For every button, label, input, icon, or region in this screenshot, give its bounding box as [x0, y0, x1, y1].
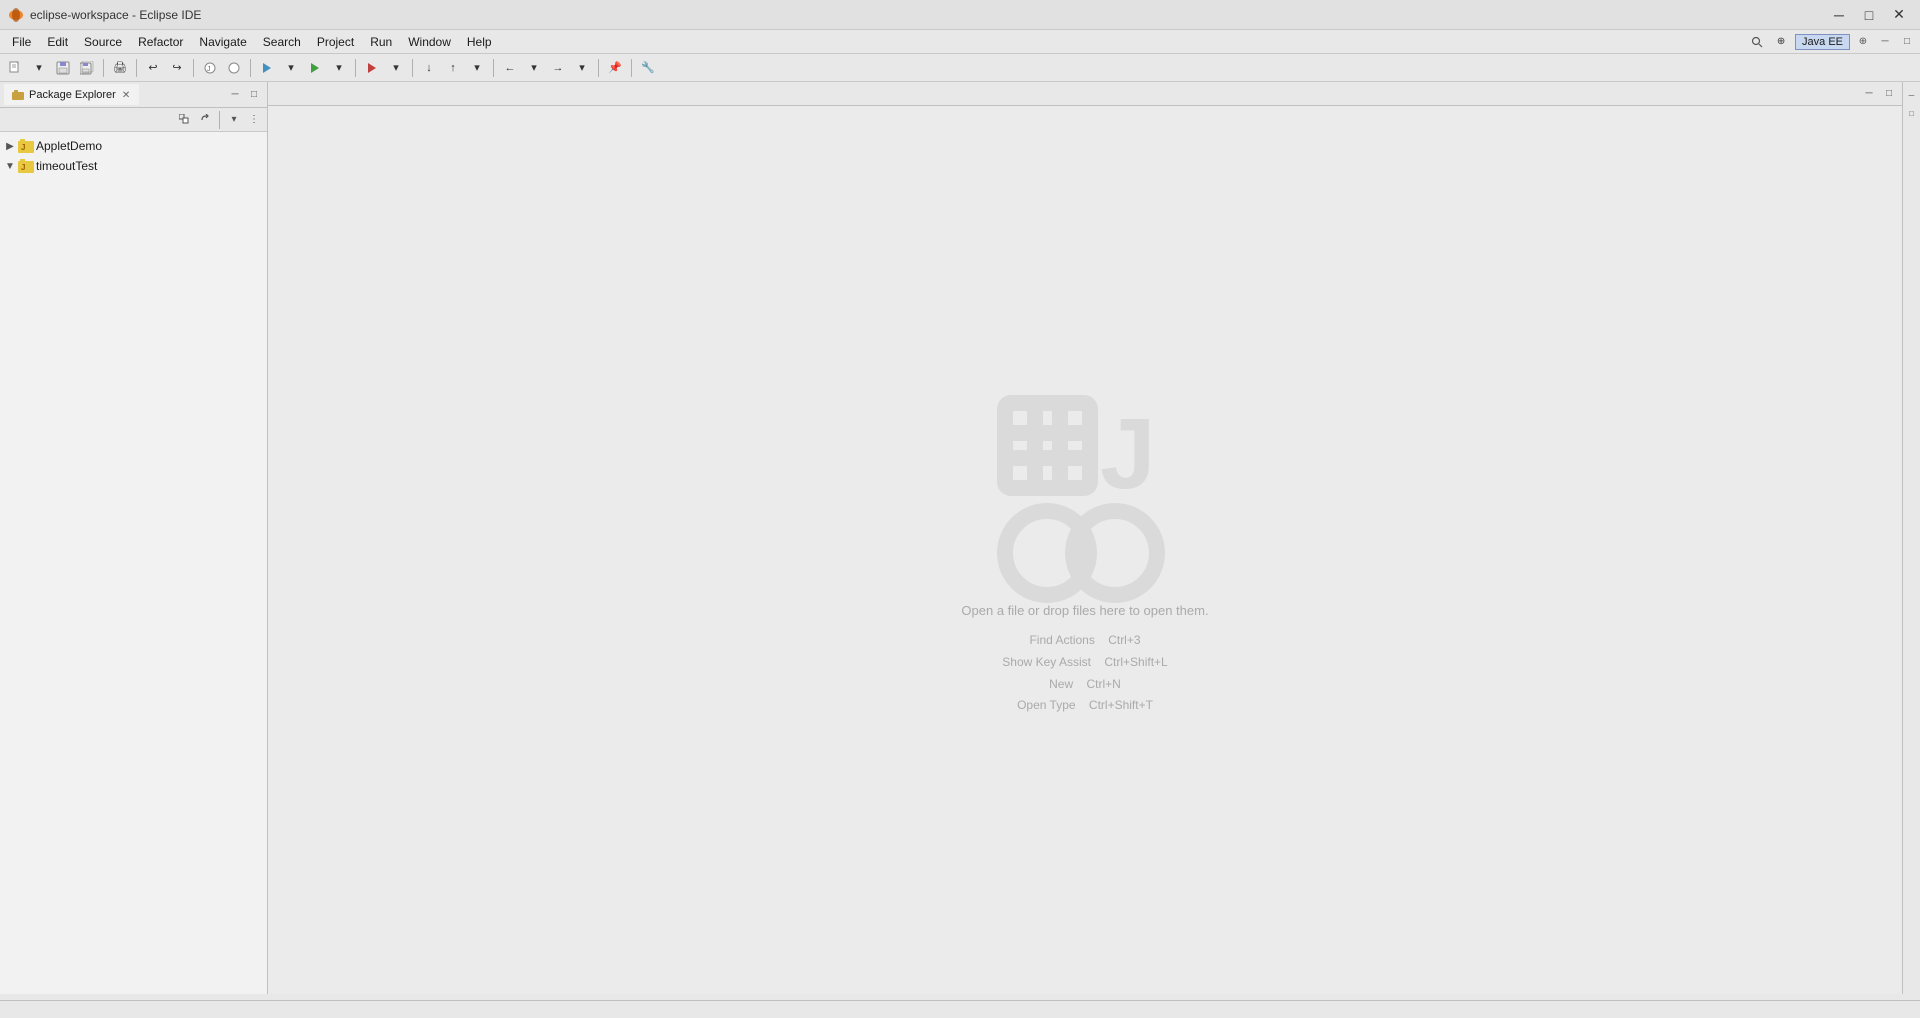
print-btn[interactable]: 🖨 [109, 57, 131, 79]
back-btn[interactable]: ← [499, 57, 521, 79]
annotation-dropdown[interactable]: ▾ [466, 57, 488, 79]
menu-bar: File Edit Source Refactor Navigate Searc… [0, 30, 1920, 54]
minimize-button[interactable]: ─ [1826, 5, 1852, 25]
save-btn[interactable] [52, 57, 74, 79]
menu-edit[interactable]: Edit [39, 31, 76, 53]
package-explorer-tab-bar: Package Explorer ✕ ─ □ [0, 82, 267, 108]
back-dropdown[interactable]: ▾ [523, 57, 545, 79]
coverage-btn[interactable] [361, 57, 383, 79]
window-title: eclipse-workspace - Eclipse IDE [30, 8, 1826, 22]
expand-arrow: ▶ [4, 140, 16, 152]
expand-arrow: ▼ [4, 160, 16, 172]
menu-refactor[interactable]: Refactor [130, 31, 191, 53]
tree-item-applet-demo[interactable]: ▶ J AppletDemo [0, 136, 267, 156]
minimize-sidebar-btn[interactable]: ─ [226, 86, 244, 104]
svg-text:J: J [21, 163, 25, 172]
java-ee-perspective[interactable]: Java EE [1795, 34, 1850, 50]
run-btn[interactable] [304, 57, 326, 79]
shortcut-list: Find Actions Ctrl+3 Show Key Assist Ctrl… [1002, 630, 1167, 716]
coverage-dropdown[interactable]: ▾ [385, 57, 407, 79]
shortcut-new: New Ctrl+N [1002, 674, 1167, 696]
debug-btn[interactable] [256, 57, 278, 79]
open-resource-btn[interactable] [223, 57, 245, 79]
collapse-all-btn[interactable] [176, 111, 194, 129]
debug-dropdown[interactable]: ▾ [280, 57, 302, 79]
shortcut-open-type: Open Type Ctrl+Shift+T [1002, 695, 1167, 717]
editor-content[interactable]: J Open a file or drop files here to open… [268, 106, 1902, 994]
main-toolbar: ▾ 🖨 ↩ ↪ J ▾ ▾ ▾ ↓ ↑ ▾ ← ▾ → ▾ 📌 🔧 [0, 54, 1920, 82]
app-icon [8, 7, 24, 23]
toolbar-icon1[interactable]: ⊕ [1771, 31, 1791, 53]
menu-help[interactable]: Help [459, 31, 500, 53]
drop-hint: Open a file or drop files here to open t… [961, 603, 1208, 618]
menu-run[interactable]: Run [362, 31, 400, 53]
svg-text:J: J [1100, 398, 1156, 510]
sidebar: Package Explorer ✕ ─ □ ▾ ⋮ ▶ [0, 82, 268, 994]
minimize-panel-btn[interactable]: ─ [1876, 33, 1894, 51]
package-icon [11, 88, 25, 102]
new-btn[interactable] [4, 57, 26, 79]
right-strip-btn2[interactable]: □ [1903, 104, 1920, 122]
view-more-btn[interactable]: ⋮ [245, 111, 263, 129]
save-all-btn[interactable] [76, 57, 98, 79]
menu-project[interactable]: Project [309, 31, 362, 53]
run-dropdown[interactable]: ▾ [328, 57, 350, 79]
right-strip-btn1[interactable]: ─ [1903, 86, 1920, 104]
maximize-panel-btn[interactable]: □ [1898, 33, 1916, 51]
editor-tab-bar: ─ □ [268, 82, 1902, 106]
shortcut-find-actions: Find Actions Ctrl+3 [1002, 630, 1167, 652]
new-dropdown[interactable]: ▾ [28, 57, 50, 79]
title-bar: eclipse-workspace - Eclipse IDE ─ □ ✕ [0, 0, 1920, 30]
minimize-editor-btn[interactable]: ─ [1860, 85, 1878, 103]
menu-search[interactable]: Search [255, 31, 309, 53]
external-tools-btn[interactable]: 🔧 [637, 57, 659, 79]
view-menu-btn[interactable]: ▾ [225, 111, 243, 129]
project-icon: J [18, 138, 34, 154]
main-layout: Package Explorer ✕ ─ □ ▾ ⋮ ▶ [0, 82, 1920, 994]
undo-btn[interactable]: ↩ [142, 57, 164, 79]
window-controls: ─ □ ✕ [1826, 5, 1912, 25]
maximize-sidebar-btn[interactable]: □ [245, 86, 263, 104]
pin-editor-btn[interactable]: 📌 [604, 57, 626, 79]
menu-window[interactable]: Window [400, 31, 459, 53]
forward-btn[interactable]: → [547, 57, 569, 79]
editor-area: ─ □ J Open a file or drop files here to … [268, 82, 1902, 994]
forward-dropdown[interactable]: ▾ [571, 57, 593, 79]
next-annotation-btn[interactable]: ↓ [418, 57, 440, 79]
redo-btn[interactable]: ↪ [166, 57, 188, 79]
tab-close-button[interactable]: ✕ [120, 90, 132, 101]
eclipse-logo: J [985, 383, 1185, 603]
project-tree: ▶ J AppletDemo ▼ J [0, 132, 267, 994]
open-type-btn[interactable]: J [199, 57, 221, 79]
maximize-editor-btn[interactable]: □ [1880, 85, 1898, 103]
menu-file[interactable]: File [4, 31, 39, 53]
menu-source[interactable]: Source [76, 31, 130, 53]
project-icon-2: J [18, 158, 34, 174]
package-explorer-toolbar: ▾ ⋮ [0, 108, 267, 132]
prev-annotation-btn[interactable]: ↑ [442, 57, 464, 79]
package-explorer-tab[interactable]: Package Explorer ✕ [4, 84, 139, 105]
perspective-open-btn[interactable]: ⊕ [1854, 33, 1872, 51]
search-button[interactable] [1747, 32, 1767, 52]
link-with-editor-btn[interactable] [196, 111, 214, 129]
close-button[interactable]: ✕ [1886, 5, 1912, 25]
right-strip: ─ □ [1902, 82, 1920, 994]
shortcut-key-assist: Show Key Assist Ctrl+Shift+L [1002, 652, 1167, 674]
maximize-button[interactable]: □ [1856, 5, 1882, 25]
svg-text:J: J [207, 66, 211, 73]
menu-navigate[interactable]: Navigate [191, 31, 254, 53]
status-bar [0, 1000, 1920, 1018]
tree-item-timeout-test[interactable]: ▼ J timeoutTest [0, 156, 267, 176]
svg-text:J: J [21, 143, 25, 152]
